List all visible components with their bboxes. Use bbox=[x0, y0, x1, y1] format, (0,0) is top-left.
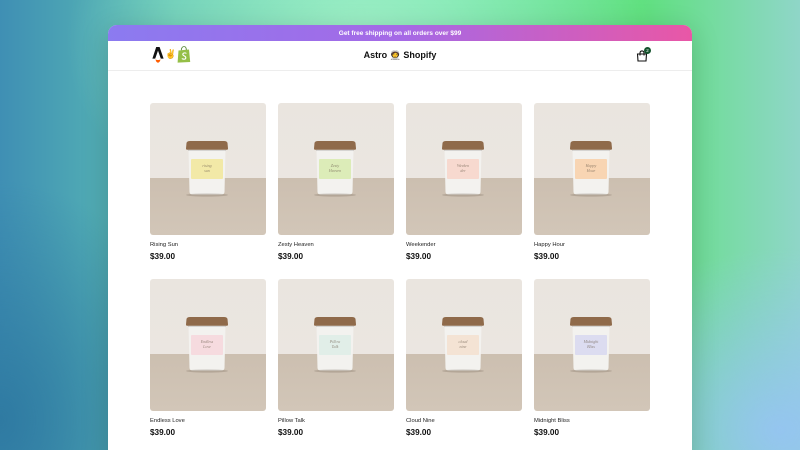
product-price: $39.00 bbox=[150, 252, 176, 261]
product-grid: rising sun Rising Sun $39.00 Zesty Heaven … bbox=[150, 103, 650, 450]
product-card[interactable]: Endless Love Endless Love $39.00 bbox=[150, 279, 266, 437]
product-card[interactable]: Happy Hour Happy Hour $39.00 bbox=[534, 103, 650, 261]
site-header: ✌️ Astro 🧑‍🚀 Shopify 2 bbox=[108, 41, 692, 71]
product-image[interactable]: cloud nine bbox=[406, 279, 522, 411]
product-price: $39.00 bbox=[406, 252, 432, 261]
product-name[interactable]: Happy Hour bbox=[534, 242, 650, 248]
product-card[interactable]: cloud nine Cloud Nine $39.00 bbox=[406, 279, 522, 437]
product-name[interactable]: Zesty Heaven bbox=[278, 242, 394, 248]
svg-text:ZestyHeaven: Zesty Heaven bbox=[328, 163, 341, 173]
cart-button[interactable]: 2 bbox=[636, 47, 651, 62]
product-card[interactable]: Zesty Heaven Zesty Heaven $39.00 bbox=[278, 103, 394, 261]
product-name[interactable]: Weekender bbox=[406, 242, 522, 248]
product-image[interactable]: Weeken der bbox=[406, 103, 522, 235]
product-price: $39.00 bbox=[150, 428, 176, 437]
candle-image: Midnight Bliss bbox=[570, 317, 612, 373]
candle-image: cloud nine bbox=[442, 317, 484, 373]
product-image[interactable]: Midnight Bliss bbox=[534, 279, 650, 411]
candle-image: rising sun bbox=[186, 141, 228, 197]
candle-image: Happy Hour bbox=[570, 141, 612, 197]
announcement-bar: Get free shipping on all orders over $99 bbox=[108, 25, 692, 41]
product-name[interactable]: Rising Sun bbox=[150, 242, 266, 248]
store-title[interactable]: Astro 🧑‍🚀 Shopify bbox=[108, 50, 692, 61]
product-price: $39.00 bbox=[534, 252, 560, 261]
svg-text:HappyHour: Happy Hour bbox=[585, 163, 597, 173]
product-card[interactable]: Pillow Talk Pillow Talk $39.00 bbox=[278, 279, 394, 437]
product-image[interactable]: Pillow Talk bbox=[278, 279, 394, 411]
product-name[interactable]: Midnight Bliss bbox=[534, 418, 650, 424]
announcement-text: Get free shipping on all orders over $99 bbox=[338, 29, 462, 37]
cart-count-badge: 2 bbox=[644, 47, 651, 54]
product-card[interactable]: Midnight Bliss Midnight Bliss $39.00 bbox=[534, 279, 650, 437]
candle-image: Pillow Talk bbox=[314, 317, 356, 373]
candle-image: Zesty Heaven bbox=[314, 141, 356, 197]
product-price: $39.00 bbox=[278, 428, 304, 437]
product-image[interactable]: rising sun bbox=[150, 103, 266, 235]
product-card[interactable]: rising sun Rising Sun $39.00 bbox=[150, 103, 266, 261]
product-image[interactable]: Zesty Heaven bbox=[278, 103, 394, 235]
product-image[interactable]: Endless Love bbox=[150, 279, 266, 411]
product-price: $39.00 bbox=[406, 428, 432, 437]
product-price: $39.00 bbox=[278, 252, 304, 261]
product-card[interactable]: Weeken der Weekender $39.00 bbox=[406, 103, 522, 261]
product-name[interactable]: Cloud Nine bbox=[406, 418, 522, 424]
product-name[interactable]: Endless Love bbox=[150, 418, 266, 424]
browser-window: Get free shipping on all orders over $99… bbox=[108, 25, 692, 450]
candle-image: Endless Love bbox=[186, 317, 228, 373]
product-image[interactable]: Happy Hour bbox=[534, 103, 650, 235]
product-name[interactable]: Pillow Talk bbox=[278, 418, 394, 424]
candle-image: Weeken der bbox=[442, 141, 484, 197]
product-price: $39.00 bbox=[534, 428, 560, 437]
